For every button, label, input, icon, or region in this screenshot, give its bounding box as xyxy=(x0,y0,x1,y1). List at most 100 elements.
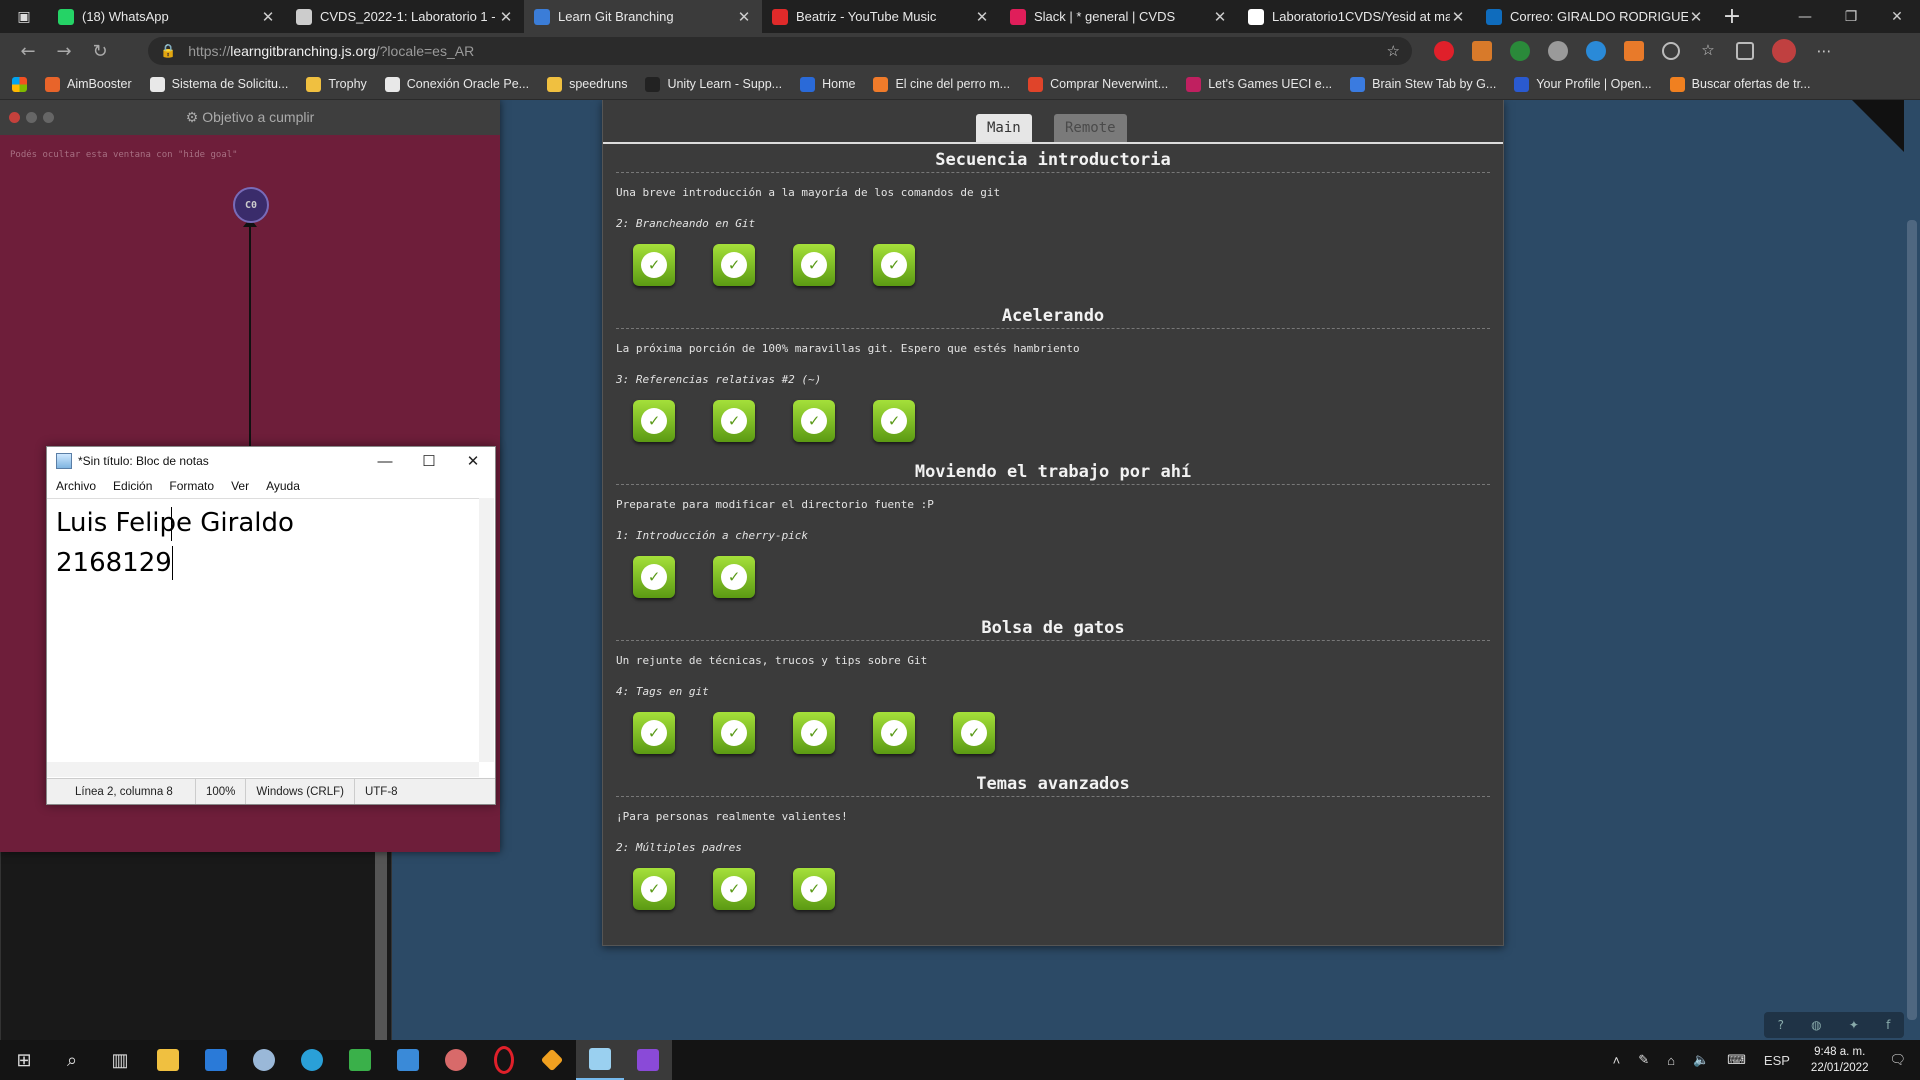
pen-icon[interactable]: ✎ xyxy=(1638,1052,1649,1068)
browser-tab[interactable]: Correo: GIRALDO RODRIGUEZ L✕ xyxy=(1476,0,1714,33)
task-view-icon[interactable]: ▥ xyxy=(96,1040,144,1080)
browser-tab[interactable]: Slack | * general | CVDS ✕ xyxy=(1000,0,1238,33)
menu-ver[interactable]: Ver xyxy=(231,479,249,493)
close-tab-icon[interactable]: ✕ xyxy=(1212,8,1228,26)
volume-icon[interactable]: 🔈 xyxy=(1693,1052,1709,1068)
bookmark-item[interactable]: Trophy xyxy=(306,76,367,92)
search-icon[interactable]: ⌕ xyxy=(48,1040,96,1080)
level-completed-badge[interactable]: ✓ xyxy=(633,244,675,286)
more-options-icon[interactable]: ⋯ xyxy=(1814,41,1834,61)
paint-icon[interactable] xyxy=(240,1040,288,1080)
restore-icon[interactable]: ❐ xyxy=(1828,0,1874,33)
game-app-icon[interactable] xyxy=(432,1040,480,1080)
facebook-icon[interactable]: f xyxy=(1886,1018,1890,1032)
level-completed-badge[interactable]: ✓ xyxy=(713,244,755,286)
start-button[interactable]: ⊞ xyxy=(0,1040,48,1080)
twitter-icon[interactable]: ✦ xyxy=(1849,1018,1859,1032)
level-completed-badge[interactable]: ✓ xyxy=(793,244,835,286)
store-icon[interactable] xyxy=(192,1040,240,1080)
collections-icon[interactable] xyxy=(1736,42,1754,60)
browser-tab[interactable]: Learn Git Branching ✕ xyxy=(524,0,762,33)
commit-node[interactable]: C0 xyxy=(233,187,269,223)
notepad-close-icon[interactable]: ✕ xyxy=(451,447,495,475)
close-tab-icon[interactable]: ✕ xyxy=(1688,8,1704,26)
back-icon[interactable]: ← xyxy=(10,33,46,69)
notepad-maximize-icon[interactable]: ☐ xyxy=(407,447,451,475)
bookmark-item[interactable]: Sistema de Solicitu... xyxy=(149,76,288,92)
extension-gray-icon[interactable] xyxy=(1548,41,1568,61)
goal-window-titlebar[interactable]: ⚙ Objetivo a cumplir xyxy=(0,100,500,135)
add-favorite-icon[interactable]: ☆ xyxy=(1387,42,1400,60)
globe-icon[interactable]: ◍ xyxy=(1811,1018,1821,1032)
extension-green-icon[interactable] xyxy=(1510,41,1530,61)
extension-blue-icon[interactable] xyxy=(1586,41,1606,61)
minimize-goal-icon[interactable] xyxy=(26,112,37,123)
menu-edicion[interactable]: Edición xyxy=(113,479,152,493)
clock[interactable]: 9:48 a. m. 22/01/2022 xyxy=(1811,1044,1869,1076)
level-completed-badge[interactable]: ✓ xyxy=(953,712,995,754)
menu-archivo[interactable]: Archivo xyxy=(56,479,96,493)
level-completed-badge[interactable]: ✓ xyxy=(633,868,675,910)
browser-tab[interactable]: Beatriz - YouTube Music ✕ xyxy=(762,0,1000,33)
github-corner-icon[interactable] xyxy=(1852,100,1904,152)
network-icon[interactable]: ⌂ xyxy=(1667,1053,1675,1068)
refresh-icon[interactable]: ↻ xyxy=(82,33,118,69)
bookmark-item[interactable]: AimBooster xyxy=(45,76,132,92)
browser-tab[interactable]: CVDS_2022-1: Laboratorio 1 - In ✕ xyxy=(286,0,524,33)
language-indicator[interactable]: ESP xyxy=(1764,1053,1790,1068)
level-completed-badge[interactable]: ✓ xyxy=(873,712,915,754)
extensions-icon[interactable] xyxy=(1662,42,1680,60)
bookmark-item[interactable]: El cine del perro m... xyxy=(873,76,1010,92)
lock-icon[interactable]: 🔒 xyxy=(160,43,176,59)
forward-icon[interactable]: → xyxy=(46,33,82,69)
level-completed-badge[interactable]: ✓ xyxy=(873,400,915,442)
extension-red-icon[interactable] xyxy=(1434,41,1454,61)
favorites-icon[interactable]: ☆ xyxy=(1698,41,1718,61)
level-completed-badge[interactable]: ✓ xyxy=(713,400,755,442)
bookmark-item[interactable]: Conexión Oracle Pe... xyxy=(384,76,529,92)
notifications-icon[interactable]: 🗨 xyxy=(1889,1052,1906,1068)
bookmark-item[interactable]: Your Profile | Open... xyxy=(1514,76,1652,92)
bookmark-item[interactable]: Let's Games UECI e... xyxy=(1186,76,1332,92)
level-completed-badge[interactable]: ✓ xyxy=(713,556,755,598)
close-tab-icon[interactable]: ✕ xyxy=(498,8,514,26)
bookmark-item[interactable]: Brain Stew Tab by G... xyxy=(1350,76,1496,92)
tab-remote[interactable]: Remote xyxy=(1054,114,1127,142)
visual-studio-icon[interactable] xyxy=(624,1040,672,1080)
terminal-scrollbar[interactable] xyxy=(375,821,387,1040)
page-scrollbar-thumb[interactable] xyxy=(1907,220,1917,1020)
close-tab-icon[interactable]: ✕ xyxy=(974,8,990,26)
notepad-minimize-icon[interactable]: — xyxy=(363,447,407,475)
android-studio-icon[interactable] xyxy=(336,1040,384,1080)
help-icon[interactable]: ? xyxy=(1778,1018,1784,1032)
level-completed-badge[interactable]: ✓ xyxy=(793,400,835,442)
tab-main[interactable]: Main xyxy=(976,114,1032,142)
close-tab-icon[interactable]: ✕ xyxy=(736,8,752,26)
tray-overflow-icon[interactable]: ˄ xyxy=(1613,1053,1621,1068)
opera-icon[interactable] xyxy=(480,1040,528,1080)
browser-tab[interactable]: (18) WhatsApp ✕ xyxy=(48,0,286,33)
notepad-vertical-scrollbar[interactable] xyxy=(479,498,494,762)
close-tab-icon[interactable]: ✕ xyxy=(260,8,276,26)
level-completed-badge[interactable]: ✓ xyxy=(633,400,675,442)
bookmark-item[interactable]: Home xyxy=(800,76,855,92)
edge-icon[interactable] xyxy=(288,1040,336,1080)
address-bar[interactable]: 🔒 https://learngitbranching.js.org/?loca… xyxy=(148,37,1412,65)
download-icon[interactable] xyxy=(1472,41,1492,61)
bookmark-item[interactable]: Buscar ofertas de tr... xyxy=(1669,76,1810,92)
apps-grid-icon[interactable] xyxy=(12,76,27,92)
level-completed-badge[interactable]: ✓ xyxy=(873,244,915,286)
level-completed-badge[interactable]: ✓ xyxy=(713,868,755,910)
close-tab-icon[interactable]: ✕ xyxy=(1450,8,1466,26)
notepad-taskbar-icon[interactable] xyxy=(576,1040,624,1080)
level-completed-badge[interactable]: ✓ xyxy=(793,712,835,754)
close-goal-icon[interactable] xyxy=(9,112,20,123)
git-icon[interactable] xyxy=(528,1040,576,1080)
page-scrollbar[interactable] xyxy=(1904,100,1920,1040)
bookmark-item[interactable]: speedruns xyxy=(547,76,627,92)
keyboard-icon[interactable]: ⌨ xyxy=(1727,1052,1746,1068)
tab-actions-icon[interactable]: ▣ xyxy=(0,0,48,33)
menu-formato[interactable]: Formato xyxy=(169,479,214,493)
notepad-text-area[interactable]: Luis Felipe Giraldo 2168129 xyxy=(47,498,479,763)
level-completed-badge[interactable]: ✓ xyxy=(633,556,675,598)
